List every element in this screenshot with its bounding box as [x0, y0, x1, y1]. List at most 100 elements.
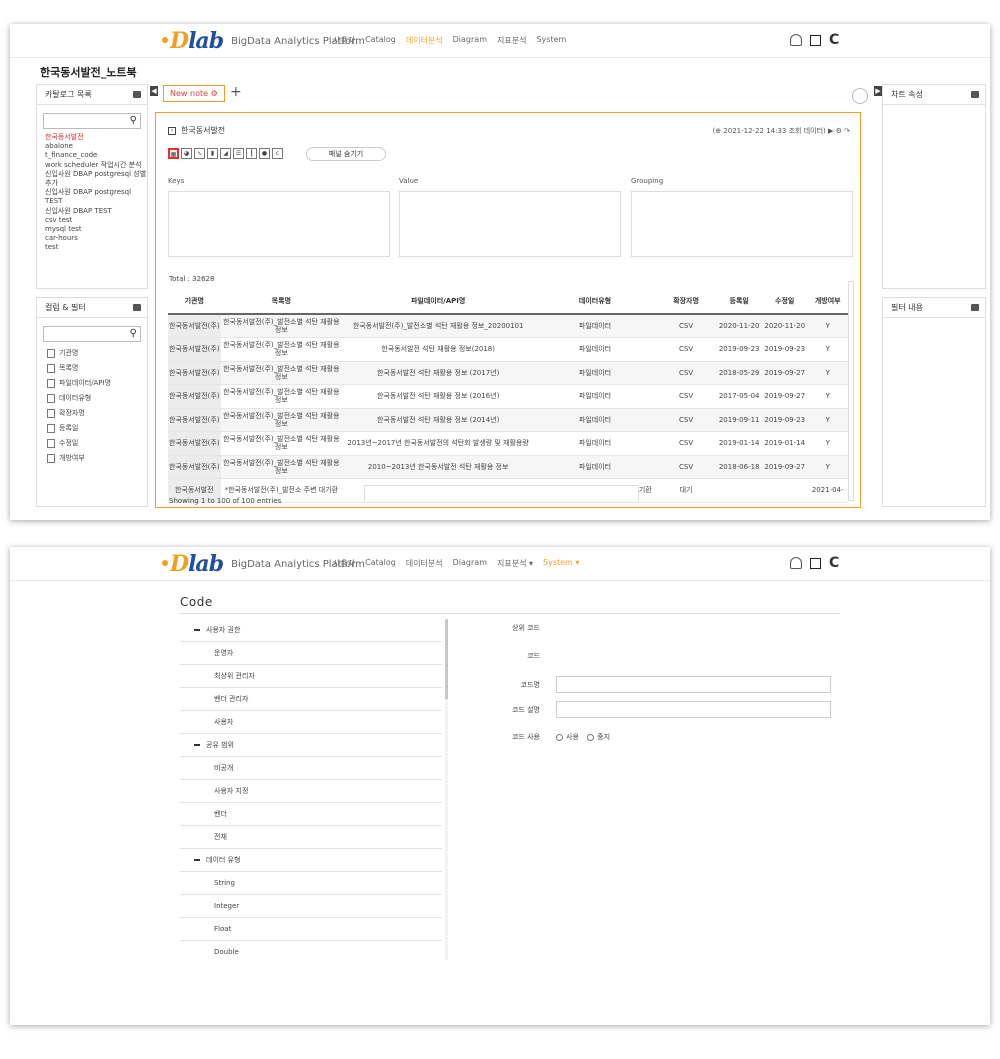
radio-icon[interactable] — [587, 733, 595, 741]
run-icon[interactable]: ▶ — [828, 127, 833, 135]
tab-new-note[interactable]: New note ⚙ — [163, 85, 225, 102]
menu-indicator[interactable]: 지표분석 ▾ — [497, 558, 533, 569]
grouping-dropzone[interactable] — [631, 191, 853, 257]
add-tab-button[interactable]: + — [230, 84, 242, 100]
column-header[interactable]: 개방여부 — [807, 288, 848, 315]
filter-search-input[interactable]: ⚲ — [43, 326, 141, 342]
logout-icon[interactable] — [810, 34, 821, 46]
tree-group[interactable]: 공유 범위 — [180, 734, 442, 757]
tree-item[interactable]: 전체 — [180, 826, 442, 849]
catalog-item[interactable]: mysql test — [45, 225, 147, 234]
tree-item[interactable]: 최상위 관리자 — [180, 665, 442, 688]
code-desc-input[interactable] — [556, 701, 831, 718]
folder-icon[interactable] — [133, 304, 141, 311]
menu-system[interactable]: System ▾ — [543, 558, 579, 569]
folder-icon[interactable] — [971, 304, 979, 311]
catalog-item[interactable]: 한국동서발전 — [45, 133, 147, 142]
tree-group[interactable]: 데이터 유형 — [180, 849, 442, 872]
gear-icon[interactable]: ⚙ — [211, 89, 218, 98]
column-header[interactable]: 목록명 — [220, 288, 343, 315]
gear-icon[interactable]: ⚙ — [836, 127, 842, 135]
filter-item[interactable]: 기관명▽ — [47, 346, 162, 361]
keys-dropzone[interactable] — [168, 191, 390, 257]
radio-stop[interactable]: 중지 — [587, 732, 610, 742]
collapse-right-icon[interactable]: ▶ — [874, 86, 882, 96]
search-icon[interactable]: ⚲ — [130, 328, 137, 339]
table-row[interactable]: 한국동서발전(주) 한국동서발전(주)_발전소별 석탄 재활용 정보 2010~20… — [168, 455, 848, 479]
catalog-item[interactable]: 신입사원 DBAP postgresql 성별추가 — [45, 170, 147, 188]
value-dropzone[interactable] — [399, 191, 621, 257]
table-row[interactable]: 한국동서발전(주) 한국동서발전(주)_발전소별 석탄 재활용 정보 한국동서발전 … — [168, 384, 848, 409]
catalog-item[interactable]: 신입사원 DBAP postgresql TEST — [45, 188, 147, 206]
user-icon[interactable] — [790, 34, 802, 46]
catalog-item[interactable]: work scheduler 작업시간 분석 — [45, 161, 147, 170]
menu-system[interactable]: System — [536, 35, 566, 46]
tree-item[interactable]: Integer — [180, 895, 442, 918]
column-header[interactable]: 확장자명 — [655, 288, 717, 315]
table-row[interactable]: 한국동서발전(주) 한국동서발전(주)_발전소별 석탄 재활용 정보 2013년~2… — [168, 431, 848, 456]
tree-item[interactable]: String — [180, 872, 442, 895]
table-row[interactable]: 한국동서발전(주) 한국동서발전(주)_발전소별 석탄 재활용 정보 한국동서발전 … — [168, 337, 848, 362]
area-chart-icon[interactable]: ◢ — [220, 148, 231, 159]
catalog-item[interactable]: t_finance_code — [45, 151, 147, 160]
catalog-search-input[interactable]: ⚲ — [43, 113, 141, 129]
column-header[interactable]: 데이터유형 — [534, 288, 656, 315]
catalog-item[interactable]: csv test — [45, 216, 147, 225]
filter-item[interactable]: 확장자명▽ — [47, 406, 162, 421]
refresh-icon[interactable]: C — [829, 32, 839, 48]
pie-chart-icon[interactable]: ◕ — [181, 148, 192, 159]
bar-chart-icon[interactable]: ▮ — [207, 148, 218, 159]
tree-item[interactable]: Float — [180, 918, 442, 941]
tree-group[interactable]: 사용자 권한 — [180, 619, 442, 642]
menu-indicator[interactable]: 지표분석 — [497, 35, 526, 46]
catalog-item[interactable]: 신입사원 DBAP TEST — [45, 207, 147, 216]
tree-item[interactable]: 사용자 지정 — [180, 780, 442, 803]
column-header[interactable]: 파일데이터/API명 — [342, 288, 535, 315]
table-view-icon[interactable]: ▦ — [168, 148, 179, 159]
csv-icon[interactable]: c — [272, 148, 283, 159]
tree-item[interactable]: 비공개 — [180, 757, 442, 780]
menu-user[interactable]: 사용자 — [333, 35, 355, 46]
tree-item[interactable]: 사용자 — [180, 711, 442, 734]
table-row[interactable]: 한국동서발전(주) 한국동서발전(주)_발전소별 석탄 재활용 정보 한국동서발전 … — [168, 408, 848, 432]
catalog-item[interactable]: test — [45, 243, 147, 252]
tree-item[interactable]: 벤더 관리자 — [180, 688, 442, 711]
menu-catalog[interactable]: Catalog — [365, 558, 396, 569]
table-row[interactable]: 한국동서발전(주) 한국동서발전(주)_발전소별 석탄 재활용 정보 한국동서발전 … — [168, 361, 848, 385]
tree-item[interactable]: 벤더 — [180, 803, 442, 826]
expand-icon[interactable]: › — [168, 126, 176, 135]
catalog-item[interactable]: car-hours — [45, 234, 147, 243]
person-icon[interactable] — [852, 88, 868, 104]
filter-item[interactable]: 등록일▽ — [47, 421, 162, 436]
menu-diagram[interactable]: Diagram — [453, 35, 487, 46]
collapse-left-icon[interactable]: ◀ — [150, 86, 158, 96]
menu-catalog[interactable]: Catalog — [365, 35, 396, 46]
line-chart-icon[interactable]: ∿ — [194, 148, 205, 159]
filter-item[interactable]: 데이터유형▽ — [47, 391, 162, 406]
hbar-chart-icon[interactable]: ☰ — [233, 148, 244, 159]
folder-icon[interactable] — [133, 91, 141, 98]
logout-icon[interactable] — [810, 557, 821, 569]
search-icon[interactable]: ⚲ — [130, 115, 137, 126]
share-icon[interactable]: ↷ — [844, 127, 850, 135]
code-name-input[interactable] — [556, 676, 831, 693]
menu-analysis[interactable]: 데이터분석 — [406, 558, 443, 569]
filter-item[interactable]: 개방여부▽ — [47, 451, 162, 466]
folder-icon[interactable] — [971, 91, 979, 98]
filter-item[interactable]: 수정일▽ — [47, 436, 162, 451]
filter-item[interactable]: 파일데이터/API명▽ — [47, 376, 162, 391]
tree-item[interactable]: 운영자 — [180, 642, 442, 665]
radio-icon[interactable] — [556, 733, 563, 741]
menu-analysis[interactable]: 데이터분석 — [406, 35, 443, 46]
refresh-icon[interactable]: C — [829, 555, 839, 571]
menu-user[interactable]: 사용자 — [333, 558, 355, 569]
hide-panel-button[interactable]: 패널 숨기기 — [306, 147, 386, 161]
tree-scrollbar[interactable] — [445, 619, 448, 960]
menu-diagram[interactable]: Diagram — [453, 558, 487, 569]
column-header[interactable]: 수정일 — [761, 288, 808, 315]
catalog-item[interactable]: abalone — [45, 142, 147, 151]
column-chart-icon[interactable]: ┃ — [246, 148, 257, 159]
column-header[interactable]: 기관명 — [168, 288, 221, 315]
radio-use[interactable]: 사용 — [556, 732, 579, 742]
filter-item[interactable]: 목록명▽ — [47, 361, 162, 376]
